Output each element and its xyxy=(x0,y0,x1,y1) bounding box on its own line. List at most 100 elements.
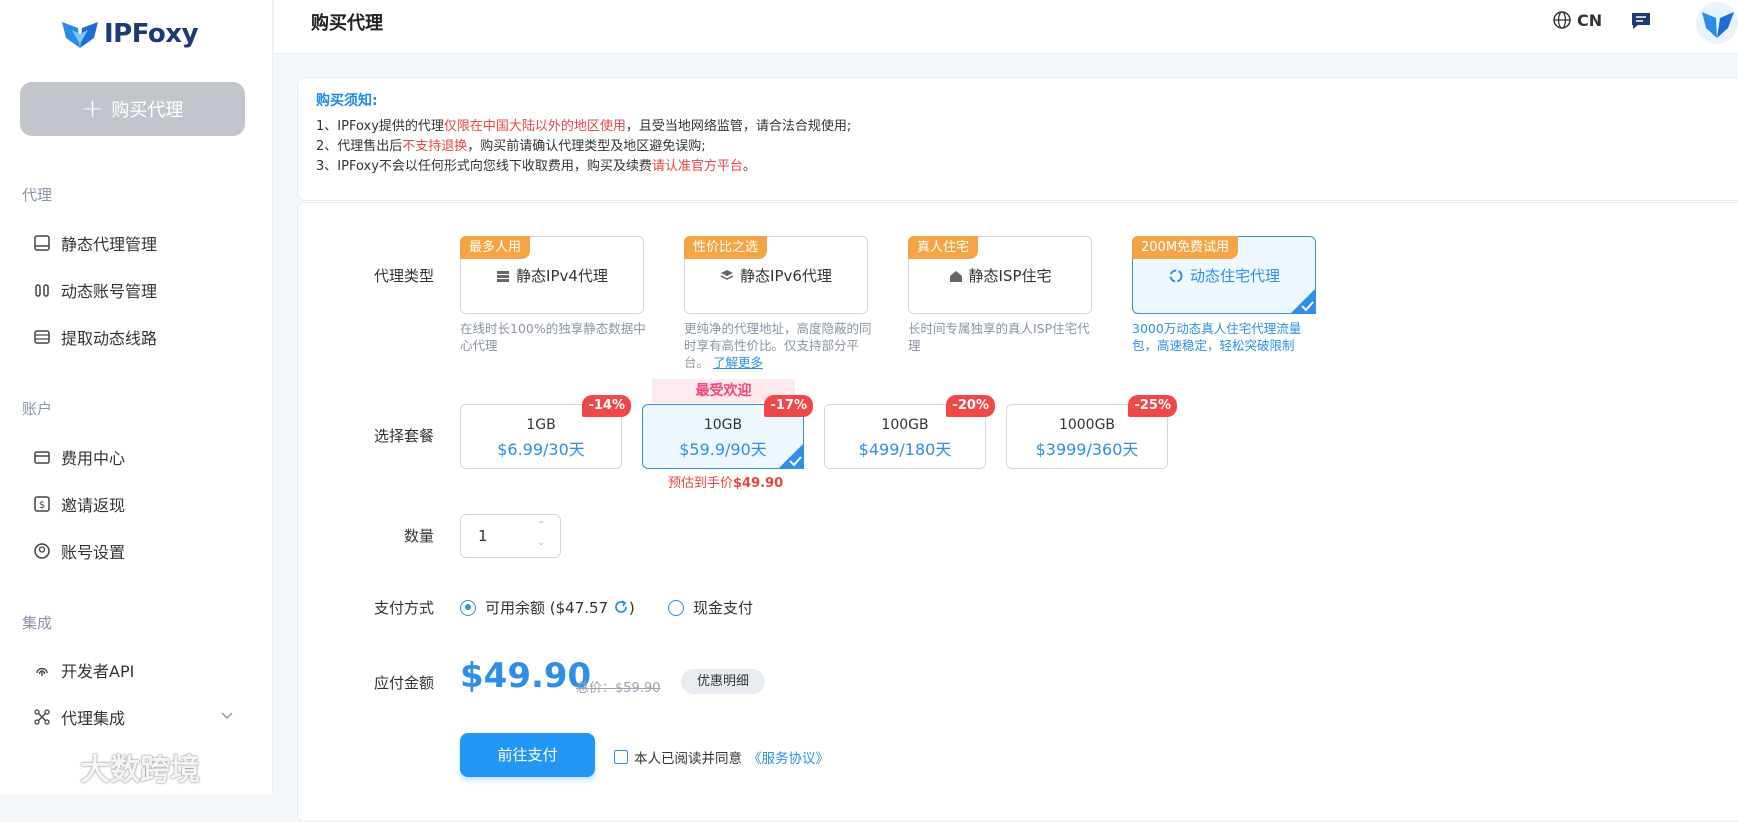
sidebar-item-label: 邀请返现 xyxy=(61,496,126,515)
language-switch[interactable]: CN xyxy=(1552,10,1602,30)
selected-check-icon xyxy=(778,443,804,469)
sidebar-item-developer-api[interactable]: 开发者API xyxy=(33,658,134,682)
quantity-value: 1 xyxy=(478,527,488,545)
package-option-100gb[interactable]: -20% 100GB $499/180天 xyxy=(824,395,995,469)
section-title-integration: 集成 xyxy=(22,614,53,632)
quantity-stepper[interactable]: 1 ⌃ ⌄ xyxy=(460,514,561,558)
type-tag: 200M免费试用 xyxy=(1132,236,1239,259)
discount-badge: -17% xyxy=(764,395,813,417)
home-icon xyxy=(949,270,962,282)
section-title-account: 账户 xyxy=(22,400,53,418)
notice-highlight: 仅限在中国大陆以外的地区使用 xyxy=(443,119,626,134)
layers-icon xyxy=(720,269,734,280)
type-name-label: 动态住宅代理 xyxy=(1189,267,1280,285)
payment-cash-radio[interactable]: 现金支付 xyxy=(668,597,753,618)
user-icon xyxy=(34,543,50,559)
avatar[interactable] xyxy=(1696,2,1738,44)
package-option-10gb[interactable]: -17% 10GB $59.9/90天 xyxy=(642,395,813,469)
notice-text: 3、IPFoxy不会以任何形式向您线下收取费用，购买及续费 xyxy=(316,159,652,174)
fox-logo-icon xyxy=(62,22,98,48)
type-name: 静态ISP住宅 xyxy=(909,265,1091,286)
chevron-down-icon[interactable] xyxy=(220,708,234,722)
plus-icon: + xyxy=(81,94,104,124)
notice-highlight: 不支持退换 xyxy=(402,139,468,154)
amount-value: $49.90 xyxy=(460,656,592,696)
package-size: 1000GB xyxy=(1058,417,1116,433)
refresh-icon[interactable] xyxy=(613,599,629,615)
sidebar-item-label: 提取动态线路 xyxy=(61,329,158,348)
proxy-type-static-ipv4[interactable]: 最多人用 静态IPv4代理 xyxy=(460,236,644,314)
proxy-type-dynamic-residential[interactable]: 200M免费试用 动态住宅代理 xyxy=(1132,236,1316,314)
page-title: 购买代理 xyxy=(311,13,383,34)
wallet-icon xyxy=(34,451,50,464)
sidebar-item-dynamic-account[interactable]: 动态账号管理 xyxy=(33,278,157,302)
sidebar-item-label: 账号设置 xyxy=(61,543,126,562)
section-title-proxy: 代理 xyxy=(22,186,53,204)
notice-text: ，购买前请确认代理类型及地区避免误购; xyxy=(467,139,706,154)
watermark-logo-icon xyxy=(11,754,72,780)
radio-dot xyxy=(460,599,476,616)
cash-label: 现金支付 xyxy=(693,599,754,617)
discount-badge: -25% xyxy=(1128,395,1177,417)
notice-line-3: 3、IPFoxy不会以任何形式向您线下收取费用，购买及续费请认准官方平台。 xyxy=(316,155,756,174)
proxy-type-label: 代理类型 xyxy=(373,267,434,285)
sidebar-item-proxy-integration[interactable]: 代理集成 xyxy=(33,705,125,729)
balance-close: ) xyxy=(628,599,635,617)
buy-proxy-label: 购买代理 xyxy=(111,100,184,121)
payment-balance-radio[interactable]: 可用余额 ($47.57 ) xyxy=(460,597,635,618)
estimate-value: $49.90 xyxy=(733,476,784,491)
chevron-down-icon[interactable]: ⌄ xyxy=(537,537,545,548)
server-icon xyxy=(34,235,50,251)
discount-detail-button[interactable]: 优惠明细 xyxy=(681,669,765,694)
sidebar-item-extract-lines[interactable]: 提取动态线路 xyxy=(33,325,157,349)
selected-check-icon xyxy=(1290,288,1316,314)
notice-text: 1、IPFoxy提供的代理 xyxy=(316,119,444,134)
sidebar-item-billing[interactable]: 费用中心 xyxy=(33,445,125,469)
notice-text: ，且受当地网络监管，请合法合规使用; xyxy=(625,119,852,134)
list-icon xyxy=(34,330,50,344)
type-desc: 更纯净的代理地址，高度隐蔽的同时享有高性价比。仅支持部分平台。 了解更多 xyxy=(684,320,874,371)
sidebar-item-label: 动态账号管理 xyxy=(61,282,158,301)
service-agreement-link[interactable]: 《服务协议》 xyxy=(748,747,829,767)
learn-more-link[interactable]: 了解更多 xyxy=(713,355,763,370)
message-icon[interactable] xyxy=(1630,10,1652,32)
type-name-label: 静态IPv6代理 xyxy=(740,267,832,285)
buy-proxy-button[interactable]: + 购买代理 xyxy=(20,82,245,136)
sidebar-item-label: 费用中心 xyxy=(61,449,126,468)
package-option-1000gb[interactable]: -25% 1000GB $3999/360天 xyxy=(1006,395,1177,469)
logo[interactable]: IPFoxy xyxy=(60,18,199,50)
server-stack-icon xyxy=(497,270,510,282)
estimated-price: 预估到手价$49.90 xyxy=(668,472,783,491)
language-label: CN xyxy=(1577,10,1603,30)
refresh-cycle-icon xyxy=(1169,269,1183,282)
sidebar: IPFoxy + 购买代理 代理 静态代理管理 动态账号管理 提取动态线路 账户… xyxy=(0,0,273,795)
amount-label: 应付金额 xyxy=(373,674,434,692)
svg-text:$: $ xyxy=(39,500,45,511)
watermark: 大数跨境 xyxy=(10,745,200,789)
proxy-type-static-ipv6[interactable]: 性价比之选 静态IPv6代理 xyxy=(684,236,868,314)
package-option-1gb[interactable]: -14% 1GB $6.99/30天 xyxy=(460,395,631,469)
type-name: 动态住宅代理 xyxy=(1133,265,1315,286)
logo-text: IPFoxy xyxy=(104,19,199,49)
watermark-text: 大数跨境 xyxy=(80,753,200,788)
type-tag: 性价比之选 xyxy=(684,236,768,259)
sidebar-item-invite[interactable]: $ 邀请返现 xyxy=(33,492,125,516)
fingerprint-icon xyxy=(36,667,48,676)
sidebar-item-label: 代理集成 xyxy=(61,709,126,728)
sidebar-item-account-settings[interactable]: 账号设置 xyxy=(33,539,125,563)
pay-button[interactable]: 前往支付 xyxy=(460,733,595,777)
agreement-checkbox[interactable] xyxy=(614,750,628,764)
estimate-label: 预估到手价 xyxy=(668,476,734,491)
payment-method-label: 支付方式 xyxy=(373,599,434,617)
type-tag: 真人住宅 xyxy=(908,236,979,259)
proxy-type-static-isp[interactable]: 真人住宅 静态ISP住宅 xyxy=(908,236,1092,314)
chevron-up-icon[interactable]: ⌃ xyxy=(537,520,545,531)
type-desc: 3000万动态真人住宅代理流量包，高速稳定，轻松突破限制 xyxy=(1132,321,1302,353)
notice-highlight: 请认准官方平台 xyxy=(651,159,743,174)
package-price: $499/180天 xyxy=(858,440,952,459)
type-tag: 最多人用 xyxy=(460,236,531,259)
type-name: 静态IPv4代理 xyxy=(461,265,643,286)
type-desc: 在线时长100%的独享静态数据中心代理 xyxy=(460,321,646,353)
sidebar-item-static-proxy[interactable]: 静态代理管理 xyxy=(33,231,157,255)
type-name-label: 静态IPv4代理 xyxy=(516,267,608,285)
